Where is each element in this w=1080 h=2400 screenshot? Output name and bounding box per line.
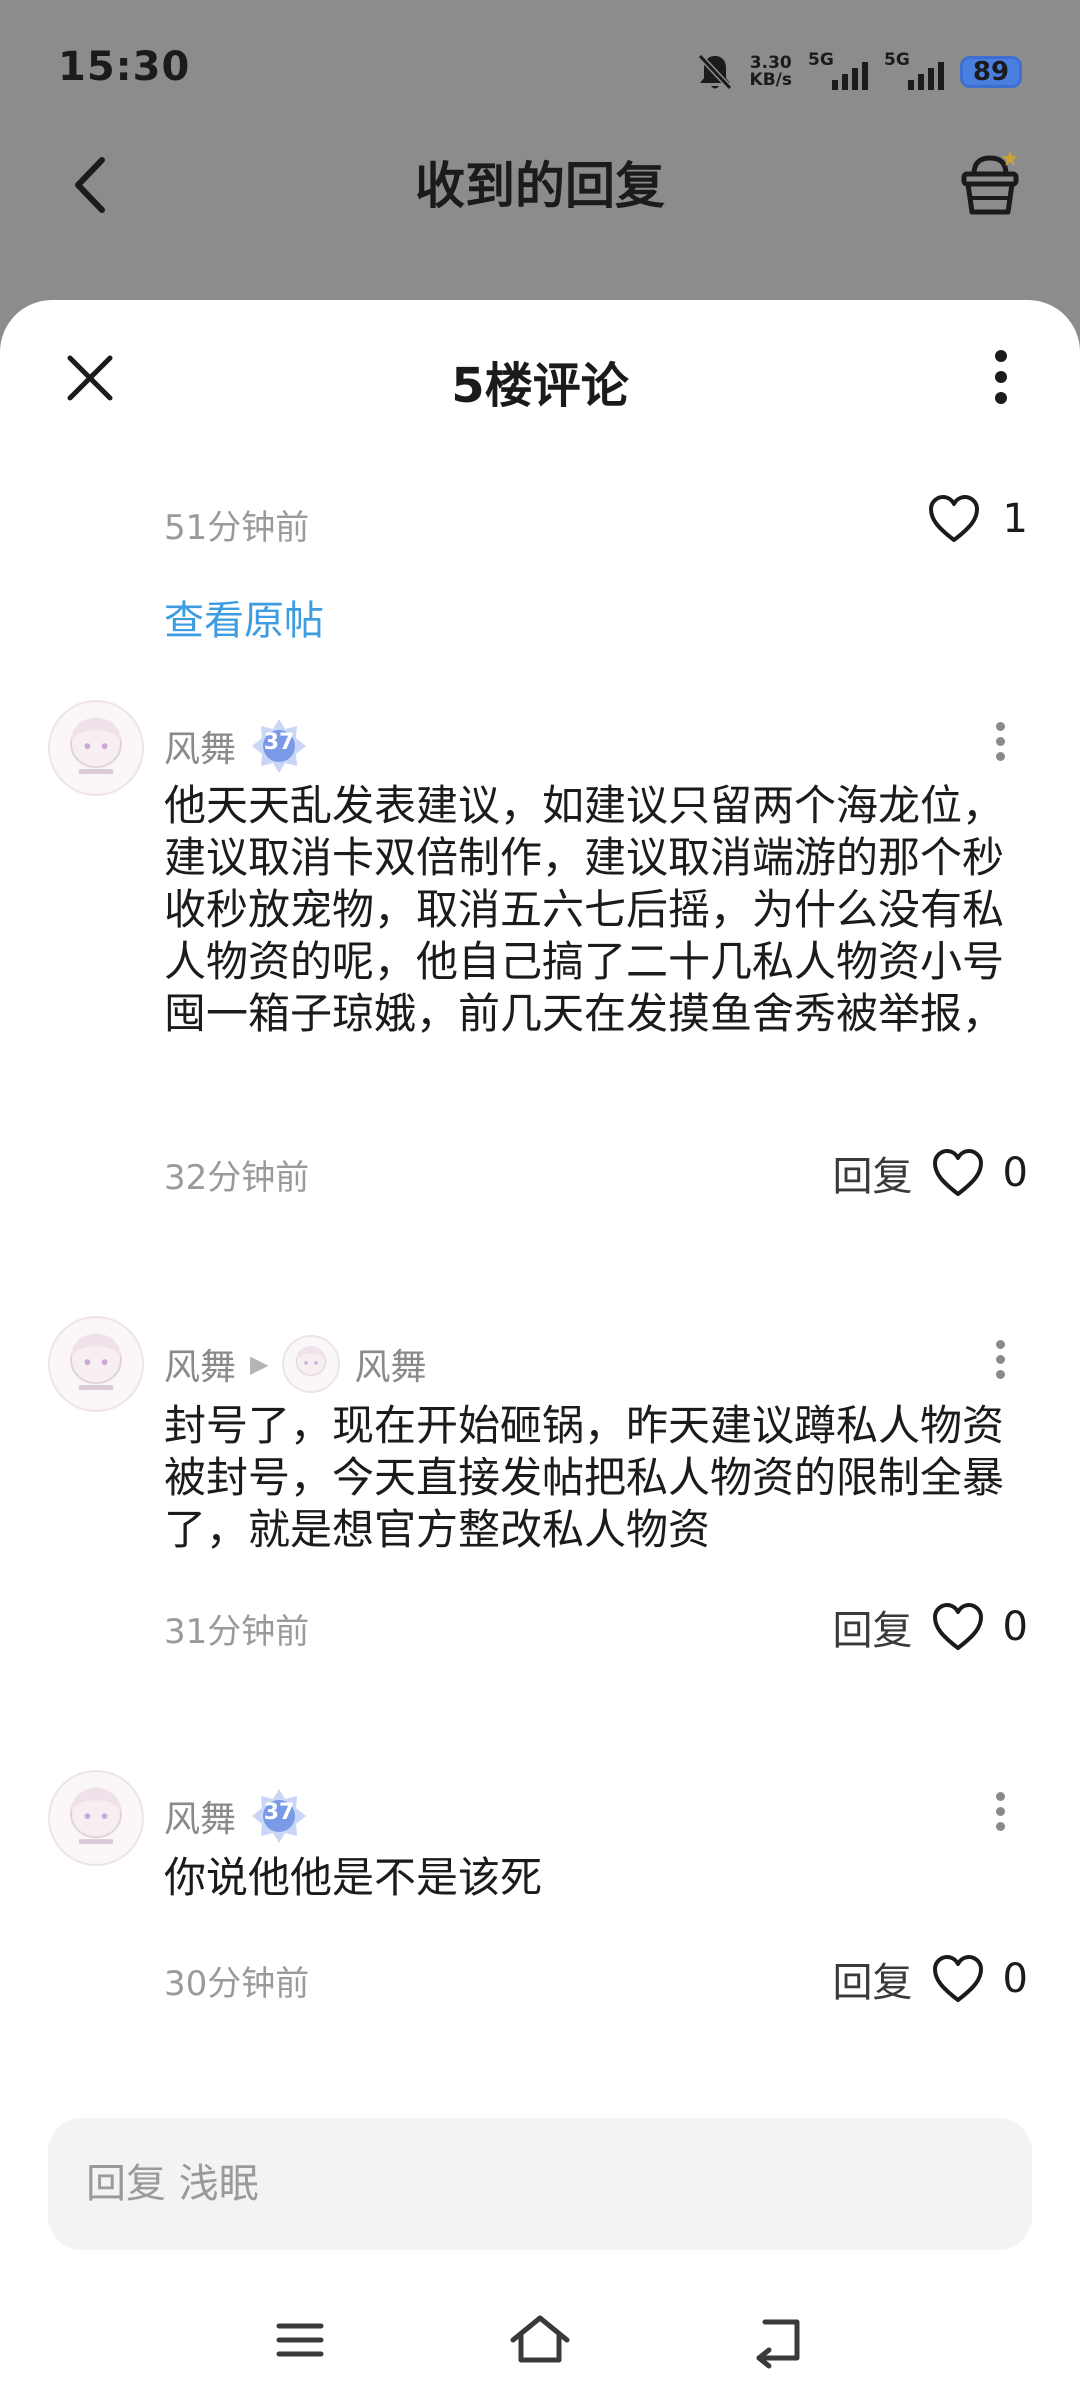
author-name[interactable]: 风舞 [164,1338,236,1390]
author-row: 风舞 37 [164,1786,308,1846]
mute-bell-icon [697,53,732,91]
signal-1-label: 5G [808,50,834,70]
home-icon[interactable] [505,2310,575,2370]
system-nav-bar [0,2290,1080,2400]
level-number: 37 [263,730,295,755]
comment-actions: 回复 0 [833,1950,1028,2008]
post-like-button[interactable]: 1 [927,494,1028,544]
post-time: 51分钟前 [164,508,310,548]
signal-1: 5G [808,50,868,92]
sheet-header: 5楼评论 [0,300,1080,450]
author-row: 风舞 37 [164,716,308,776]
battery-indicator: 89 [960,56,1022,88]
reply-to-avatar[interactable] [282,1335,341,1393]
avatar-image [70,1787,122,1844]
avatar-image [70,717,122,774]
comment-actions: 回复 0 [833,1598,1028,1656]
app-header: 收到的回复 [0,130,1080,240]
status-indicators: 3.30 KB/s 5G 5G 89 [696,50,1022,94]
avatar-image [70,1333,122,1390]
reply-to-arrow-icon: ▶ [250,1350,269,1378]
status-bar: 15:30 3.30 KB/s 5G 5G 89 [0,0,1080,140]
reply-input[interactable] [48,2118,1032,2250]
comment-text: 他天天乱发表建议，如建议只留两个海龙位，建议取消卡双倍制作，建议取消端游的那个秒… [164,781,1005,1038]
heart-icon[interactable] [931,1954,985,2004]
comment-time: 32分钟前 [164,1158,310,1198]
avatar[interactable] [48,1316,144,1412]
comment-more-icon[interactable] [990,718,1010,774]
avatar[interactable] [48,1770,144,1866]
comment-text: 封号了，现在开始砸锅，昨天建议蹲私人物资被封号，今天直接发帖把私人物资的限制全暴… [164,1401,1005,1554]
comment-time: 30分钟前 [164,1964,310,2004]
comment-time: 31分钟前 [164,1612,310,1652]
basket-icon[interactable] [952,146,1028,222]
reply-to-name[interactable]: 风舞 [354,1338,426,1390]
view-original-link[interactable]: 查看原帖 [164,588,324,646]
reply-button[interactable]: 回复 [833,1950,913,2008]
heart-icon[interactable] [931,1148,985,1198]
avatar-image [296,1346,327,1376]
network-speed: 3.30 KB/s [750,55,792,89]
comment-text: 你说他他是不是该死 [164,1853,543,1902]
comment-more-icon[interactable] [990,1788,1010,1844]
back-icon[interactable] [745,2310,815,2370]
level-badge: 37 [250,717,308,775]
signal-bars-icon [908,62,944,90]
comment-footer: 30分钟前 回复 0 [164,1950,1028,2010]
screen: 15:30 3.30 KB/s 5G 5G 89 收到的回复 5楼评论 51分钟… [0,0,1080,2400]
heart-icon[interactable] [931,1602,985,1652]
level-number: 37 [263,1800,295,1825]
comment-item: 风舞 37 他天天乱发表建议，如建议只留两个海龙位，建议取消卡双倍制作，建议取消… [0,700,1080,1200]
signal-2-label: 5G [884,50,910,70]
comment-actions: 回复 0 [833,1144,1028,1202]
like-count: 0 [1002,1150,1028,1196]
comment-footer: 32分钟前 回复 0 [164,1144,1028,1204]
post-like-count: 1 [1002,496,1028,542]
comment-item: 风舞 ▶ 风舞 封号了，现在开始砸锅，昨天建议蹲私人物资被封号，今天直接发帖把私… [0,1316,1080,1736]
comment-footer: 31分钟前 回复 0 [164,1598,1028,1658]
author-name[interactable]: 风舞 [164,1790,236,1842]
level-badge: 37 [250,1787,308,1845]
like-count: 0 [1002,1604,1028,1650]
comment-more-icon[interactable] [990,1336,1010,1392]
reply-button[interactable]: 回复 [833,1144,913,1202]
comment-item: 风舞 37 你说他他是不是该死 30分钟前 回复 0 [0,1770,1080,2010]
heart-icon [928,495,979,542]
network-speed-unit: KB/s [749,70,792,90]
menu-icon[interactable] [265,2310,335,2370]
author-name[interactable]: 风舞 [164,720,236,772]
comment-sheet: 5楼评论 51分钟前 1 查看原帖 风舞 37 他天天乱发表建议，如建议只留两个… [0,300,1080,2400]
reply-button[interactable]: 回复 [833,1598,913,1656]
sheet-title: 5楼评论 [451,358,629,414]
author-row: 风舞 ▶ 风舞 [164,1334,427,1394]
status-time: 15:30 [58,44,191,90]
like-count: 0 [1002,1956,1028,2002]
more-vertical-icon[interactable] [986,344,1016,410]
page-title: 收到的回复 [415,157,665,215]
signal-2: 5G [884,50,944,92]
signal-bars-icon [832,62,868,90]
avatar[interactable] [48,700,144,796]
